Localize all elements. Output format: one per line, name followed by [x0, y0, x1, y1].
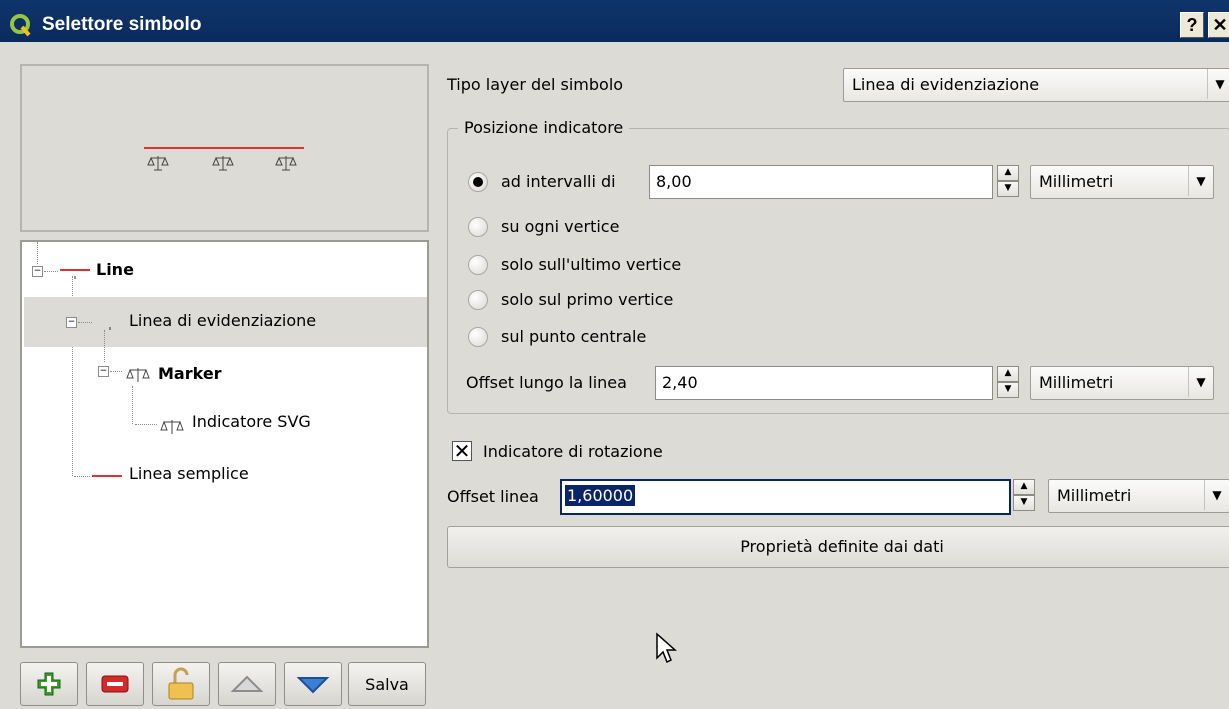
window-title: Selettore simbolo	[42, 14, 202, 35]
line-offset-label: Offset linea	[447, 487, 539, 506]
combo-value: Millimetri	[1039, 172, 1114, 191]
arrow-up-icon	[230, 675, 264, 692]
help-button[interactable]: ?	[1180, 12, 1204, 38]
tree-item-label: Indicatore SVG	[192, 412, 311, 431]
symbol-layer-type-label: Tipo layer del simbolo	[447, 75, 624, 94]
marker-placement-title: Posizione indicatore	[458, 118, 630, 137]
radio-interval[interactable]	[468, 172, 488, 192]
radio-label: solo sul primo vertice	[501, 290, 674, 309]
qgis-logo-icon	[10, 14, 31, 37]
line-offset-spinner[interactable]: ▲ ▼	[1013, 479, 1035, 511]
offset-along-label: Offset lungo la linea	[466, 373, 627, 392]
symbol-preview	[20, 64, 429, 232]
symbol-layer-tree[interactable]: − Line − Linea di evidenziazione − Marke…	[20, 240, 429, 648]
chevron-down-icon: ▼	[1188, 367, 1213, 397]
tree-item-simple-line[interactable]: Linea semplice	[24, 452, 427, 502]
data-defined-properties-button[interactable]: Proprietà definite dai dati	[447, 526, 1229, 568]
rotate-marker-checkbox[interactable]: ✕	[452, 441, 472, 461]
line-offset-value: 1,60000	[565, 485, 636, 506]
combo-value: Linea di evidenziazione	[852, 75, 1040, 94]
tree-item-label: Line	[96, 260, 134, 279]
spin-down-icon[interactable]: ▼	[997, 382, 1019, 398]
symbol-layer-type-combo[interactable]: Linea di evidenziazione ▼	[843, 68, 1229, 102]
tree-item-svg-marker[interactable]: Indicatore SVG	[24, 400, 427, 450]
rotate-marker-label: Indicatore di rotazione	[483, 442, 663, 461]
interval-value: 8,00	[656, 172, 692, 191]
balance-marker-icon	[126, 368, 150, 382]
move-up-button[interactable]	[218, 662, 276, 706]
offset-along-spinner[interactable]: ▲ ▼	[997, 366, 1019, 398]
collapse-icon[interactable]: −	[66, 317, 77, 328]
tree-item-marker-line[interactable]: − Linea di evidenziazione	[24, 297, 427, 347]
line-offset-input[interactable]: 1,60000	[560, 479, 1011, 515]
offset-along-unit-combo[interactable]: Millimetri ▼	[1030, 366, 1214, 400]
minus-icon	[101, 675, 129, 693]
move-down-button[interactable]	[284, 662, 342, 706]
spin-down-icon[interactable]: ▼	[997, 181, 1019, 197]
simple-line-icon	[92, 475, 122, 477]
tree-item-label: Linea di evidenziazione	[129, 311, 317, 330]
radio-first-vertex[interactable]	[468, 290, 488, 310]
plus-icon	[37, 672, 61, 696]
mouse-cursor-icon	[656, 632, 677, 664]
interval-input[interactable]: 8,00	[649, 165, 993, 199]
spin-up-icon[interactable]: ▲	[997, 366, 1019, 382]
spin-up-icon[interactable]: ▲	[1013, 479, 1035, 495]
radio-label: ad intervalli di	[501, 172, 616, 191]
interval-unit-combo[interactable]: Millimetri ▼	[1030, 165, 1214, 199]
line-offset-unit-combo[interactable]: Millimetri ▼	[1048, 479, 1229, 513]
radio-every-vertex[interactable]	[468, 217, 488, 237]
radio-label: sul punto centrale	[501, 327, 647, 346]
radio-label: solo sull'ultimo vertice	[501, 255, 682, 274]
spin-down-icon[interactable]: ▼	[1013, 495, 1035, 511]
unlock-icon	[168, 667, 194, 700]
chevron-down-icon: ▼	[1204, 480, 1229, 510]
radio-last-vertex[interactable]	[468, 255, 488, 275]
remove-layer-button[interactable]	[86, 662, 144, 706]
offset-along-input[interactable]: 2,40	[655, 366, 993, 400]
line-symbol-icon	[60, 269, 90, 279]
combo-value: Millimetri	[1039, 373, 1114, 392]
arrow-down-icon	[296, 677, 330, 694]
collapse-icon[interactable]: −	[98, 366, 109, 377]
combo-value: Millimetri	[1057, 486, 1132, 505]
tree-item-label: Marker	[158, 364, 222, 383]
balance-svg-icon	[160, 420, 184, 434]
collapse-icon[interactable]: −	[32, 266, 43, 277]
save-button[interactable]: Salva	[348, 662, 426, 706]
marker-line-icon	[109, 327, 111, 330]
radio-label: su ogni vertice	[501, 217, 620, 236]
offset-along-value: 2,40	[662, 373, 698, 392]
interval-spinner[interactable]: ▲ ▼	[997, 165, 1019, 197]
chevron-down-icon: ▼	[1188, 166, 1213, 196]
tree-item-marker[interactable]: − Marker	[24, 350, 427, 400]
add-layer-button[interactable]	[20, 662, 78, 706]
preview-line-icon	[144, 147, 304, 171]
radio-central-point[interactable]	[468, 327, 488, 347]
spin-up-icon[interactable]: ▲	[997, 165, 1019, 181]
close-button[interactable]: ✕	[1208, 12, 1229, 38]
tree-item-line[interactable]: − Line	[24, 246, 427, 296]
tree-item-label: Linea semplice	[129, 464, 249, 483]
lock-layer-button[interactable]	[152, 662, 210, 706]
chevron-down-icon: ▼	[1207, 69, 1229, 99]
